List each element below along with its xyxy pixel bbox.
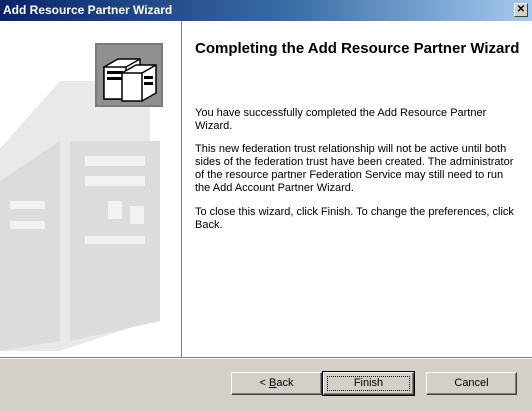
close-button[interactable]: ✕ <box>514 3 528 17</box>
button-area-divider-highlight <box>0 358 532 359</box>
wizard-content: Completing the Add Resource Partner Wiza… <box>182 21 532 357</box>
cancel-button-label: Cancel <box>454 377 489 389</box>
trust-info-message: This new federation trust relationship w… <box>195 143 514 194</box>
wizard-window: Add Resource Partner Wizard ✕ Completing… <box>0 0 532 411</box>
page-title: Completing the Add Resource Partner Wiza… <box>195 40 520 57</box>
finish-button[interactable]: Finish <box>322 371 415 396</box>
back-button[interactable]: < Back <box>231 372 322 395</box>
back-button-label: < Back <box>260 377 294 389</box>
cancel-button[interactable]: Cancel <box>426 372 517 395</box>
finish-button-label: Finish <box>353 377 384 389</box>
wizard-sidebar <box>0 21 181 357</box>
sidebar-watermark <box>0 43 163 351</box>
close-icon: ✕ <box>516 4 526 15</box>
back-rest: ack <box>276 377 294 389</box>
close-instructions: To close this wizard, click Finish. To c… <box>195 206 514 231</box>
back-prefix: < <box>259 377 269 389</box>
title-bar: Add Resource Partner Wizard ✕ <box>0 0 532 21</box>
completion-message: You have successfully completed the Add … <box>195 107 487 132</box>
federation-servers-icon <box>95 43 163 107</box>
window-title: Add Resource Partner Wizard <box>3 3 173 17</box>
